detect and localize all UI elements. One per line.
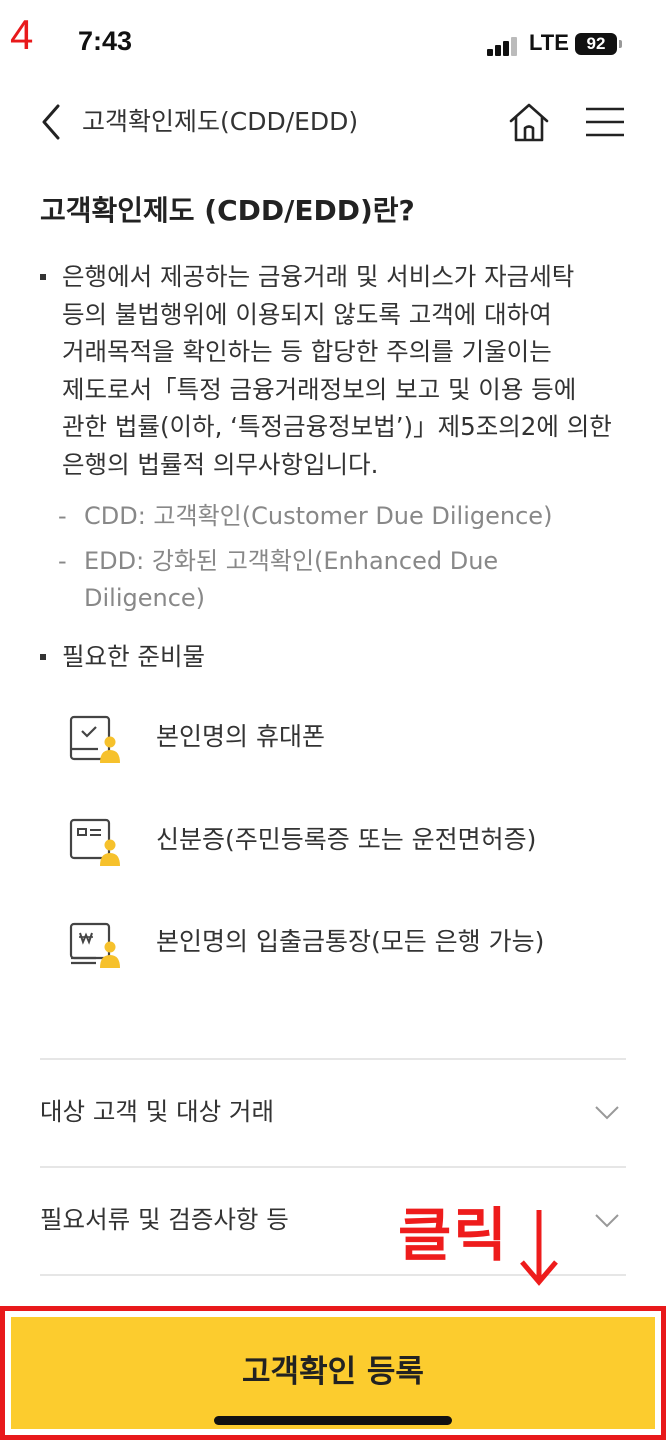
battery-cap (619, 40, 622, 48)
hamburger-menu-icon[interactable] (584, 104, 626, 140)
accordion-label: 필요서류 및 검증사항 등 (40, 1205, 289, 1234)
step-number-annotation: 4 (10, 11, 34, 58)
prep-item-phone: 본인명의 휴대폰 (68, 709, 608, 769)
click-annotation: 클릭 (398, 1201, 509, 1269)
intro-paragraph: 은행에서 제공하는 금융거래 및 서비스가 자금세탁 등의 불법행위에 이용되지… (62, 258, 630, 483)
intro-line: 제도로서「특정 금융거래정보의 보고 및 이용 등에 (62, 374, 577, 404)
home-icon[interactable] (506, 100, 552, 146)
prep-item-bankbook: 본인명의 입출금통장(모든 은행 가능) (68, 914, 608, 974)
home-indicator (214, 1416, 452, 1425)
bullet-marker (40, 274, 46, 280)
bankbook-won-person-icon (69, 922, 120, 968)
page-header-title: 고객확인제도(CDD/EDD) (82, 107, 359, 136)
chevron-down-icon[interactable] (594, 1104, 620, 1122)
dash-marker: - (58, 502, 67, 530)
dash-marker: - (58, 547, 67, 575)
accordion-label: 대상 고객 및 대상 거래 (40, 1097, 275, 1126)
prep-item-label: 본인명의 휴대폰 (156, 722, 325, 751)
register-customer-verification-button[interactable]: 고객확인 등록 (11, 1317, 655, 1429)
definition-text: EDD: 강화된 고객확인(Enhanced Due (84, 547, 499, 575)
intro-bullet: 은행에서 제공하는 금융거래 및 서비스가 자금세탁 등의 불법행위에 이용되지… (40, 258, 630, 483)
status-time: 7:43 (78, 26, 133, 56)
accordion-target-customers[interactable]: 대상 고객 및 대상 거래 (40, 1060, 626, 1166)
prep-heading: 필요한 준비물 (62, 642, 206, 671)
intro-line: 은행에서 제공하는 금융거래 및 서비스가 자금세탁 (62, 262, 575, 291)
chevron-down-icon[interactable] (594, 1212, 620, 1230)
prep-item-id-card: 신분증(주민등록증 또는 운전면허증) (68, 812, 608, 872)
definition-text: CDD: 고객확인(Customer Due Diligence) (84, 502, 553, 530)
definition-edd: - EDD: 강화된 고객확인(Enhanced Due Diligence) (58, 543, 618, 617)
definition-text: Diligence) (84, 584, 206, 612)
intro-line: 거래목적을 확인하는 등 합당한 주의를 기울이는 (62, 337, 552, 366)
cta-label: 고객확인 등록 (242, 1353, 424, 1390)
bullet-marker (40, 654, 46, 660)
phone-check-person-icon (69, 715, 120, 763)
nav-bar: 고객확인제도(CDD/EDD) (0, 90, 666, 154)
prep-item-label: 신분증(주민등록증 또는 운전면허증) (156, 825, 537, 854)
definition-cdd: - CDD: 고객확인(Customer Due Diligence) (58, 498, 618, 535)
intro-line: 등의 불법행위에 이용되지 않도록 고객에 대하여 (62, 299, 552, 329)
network-label: LTE (529, 30, 569, 55)
signal-icon (487, 36, 519, 56)
back-arrow-icon[interactable] (36, 102, 68, 142)
section-heading: 고객확인제도 (CDD/EDD)란? (40, 194, 415, 227)
prep-bullet: 필요한 준비물 (40, 638, 630, 676)
intro-line: 은행의 법률적 의무사항입니다. (62, 449, 379, 479)
prep-item-label: 본인명의 입출금통장(모든 은행 가능) (156, 927, 545, 956)
intro-line: 관한 법률(이하, ‘특정금융정보법’)」제5조의2에 의한 (62, 412, 612, 441)
battery-icon: 92 (575, 33, 617, 55)
down-arrow-annotation-icon (520, 1210, 558, 1286)
id-card-person-icon (69, 818, 120, 866)
status-bar: 4 7:43 LTE 92 (0, 0, 666, 90)
battery-level: 92 (586, 34, 606, 53)
